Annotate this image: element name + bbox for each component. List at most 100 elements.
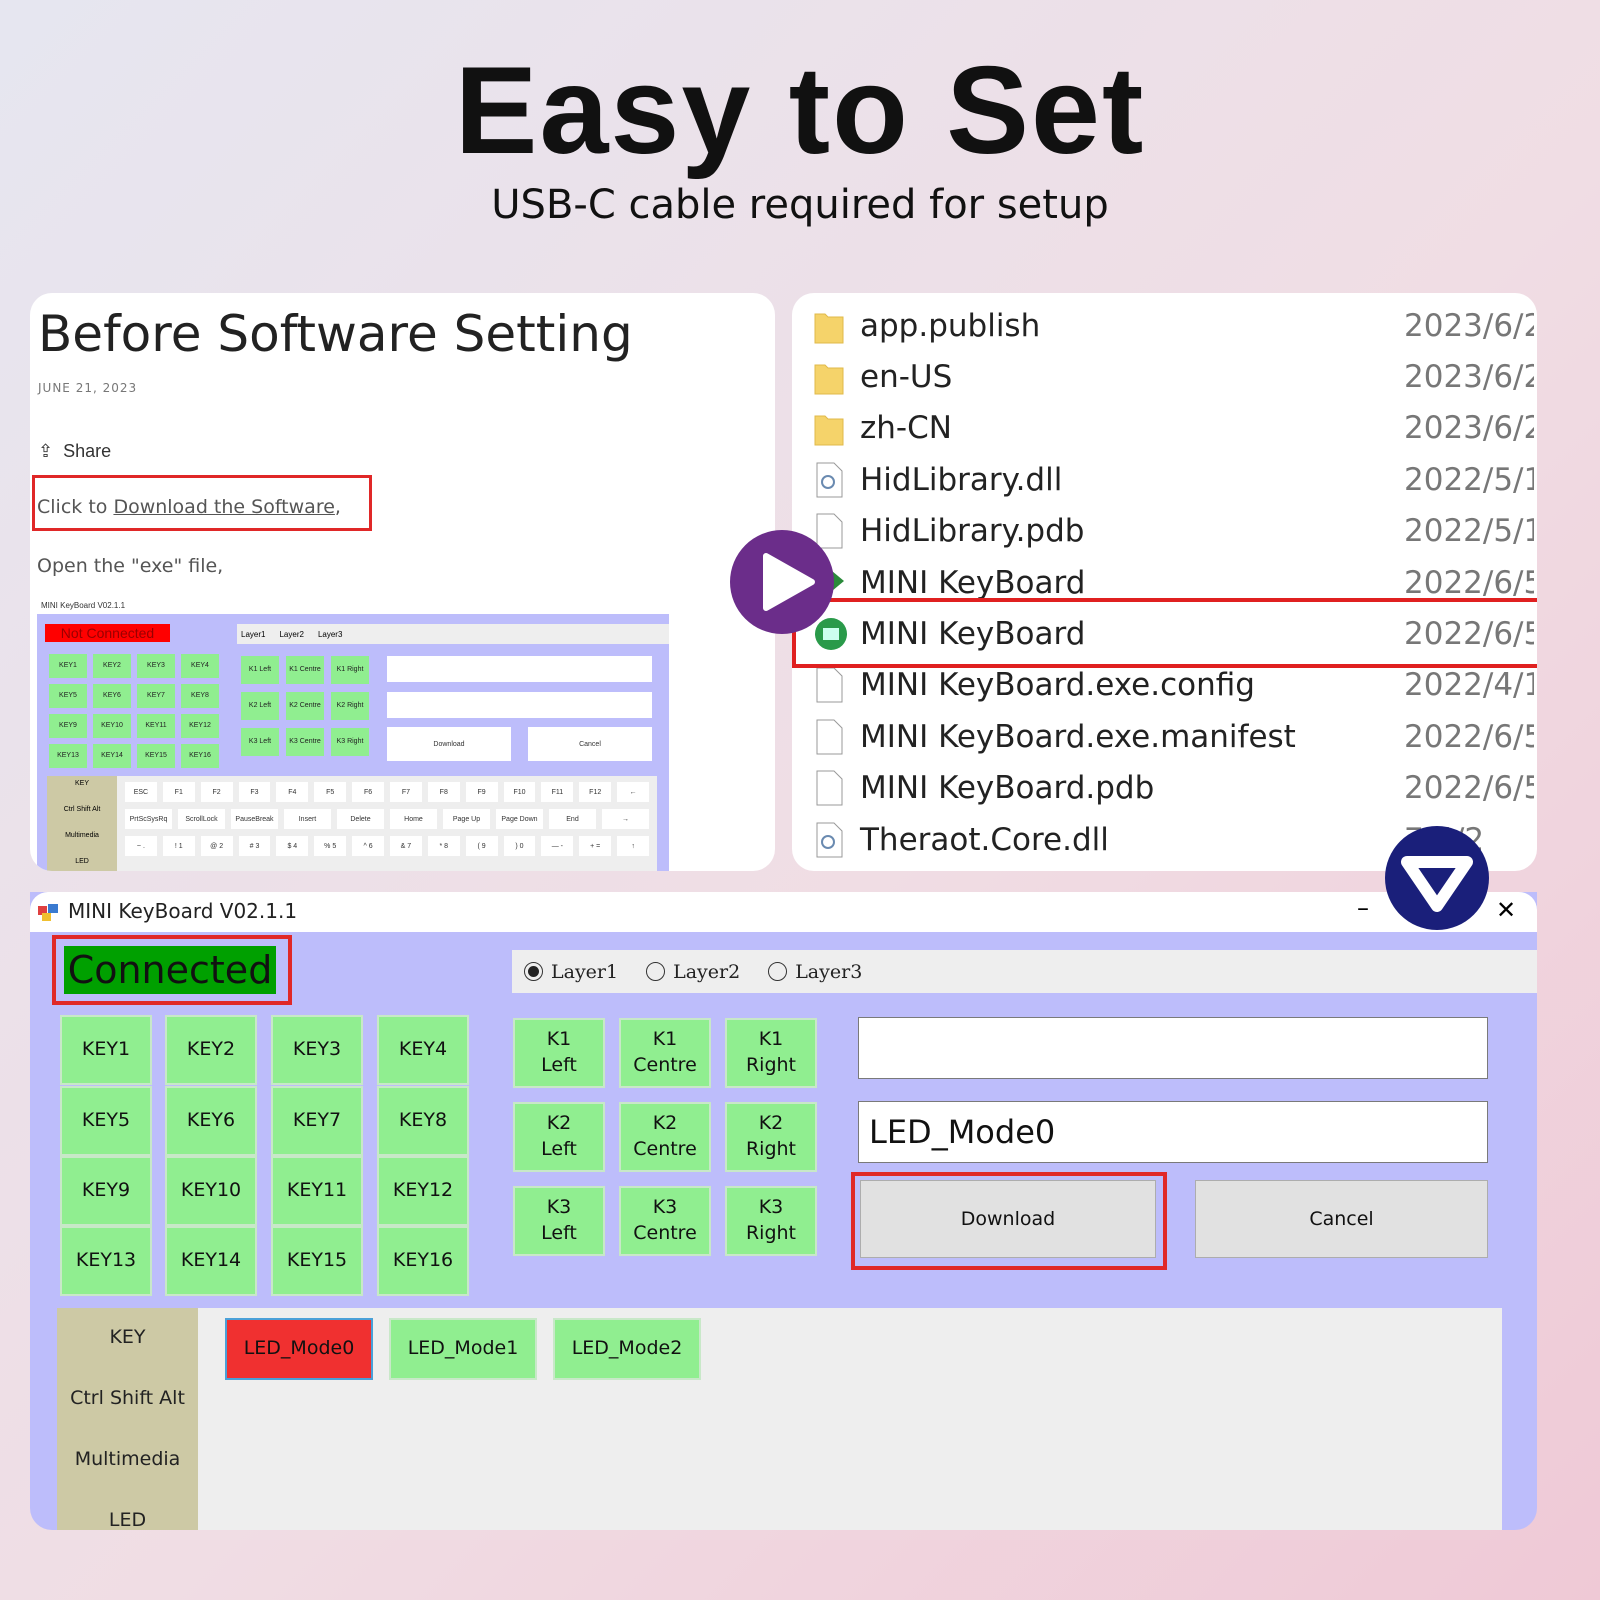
mini-keycap[interactable]: $ 4	[276, 836, 309, 856]
file-row[interactable]: HidLibrary.pdb 2022/5/1	[814, 506, 1534, 557]
mini-keycap[interactable]: ~ .	[125, 836, 157, 856]
key-button-10[interactable]: KEY10	[165, 1156, 257, 1226]
mini-key[interactable]: KEY16	[181, 744, 219, 768]
mini-keycap[interactable]: ↑	[617, 836, 649, 856]
mini-keycap[interactable]: End	[549, 809, 596, 829]
cancel-button[interactable]: Cancel	[1195, 1180, 1488, 1258]
mini-key[interactable]: KEY14	[93, 744, 131, 768]
mini-category[interactable]: Multimedia	[47, 832, 117, 839]
mini-keycap[interactable]: PauseBreak	[231, 809, 278, 829]
mini-knob[interactable]: K1 Centre	[286, 656, 324, 684]
mini-layer-radio[interactable]: Layer3	[318, 630, 342, 639]
key-button-14[interactable]: KEY14	[165, 1226, 257, 1296]
key-button-2[interactable]: KEY2	[165, 1015, 257, 1085]
close-button[interactable]: ✕	[1496, 896, 1516, 924]
mini-key[interactable]: KEY3	[137, 654, 175, 678]
layer-radio-1[interactable]: Layer1	[524, 961, 618, 983]
knob-button[interactable]: K3 Right	[725, 1186, 817, 1256]
category-tab[interactable]: Ctrl Shift Alt	[57, 1387, 198, 1409]
key-button-8[interactable]: KEY8	[377, 1086, 469, 1156]
mini-knob[interactable]: K3 Right	[331, 728, 369, 756]
mini-keycap[interactable]: Delete	[337, 809, 384, 829]
mini-keycap[interactable]: + =	[579, 836, 612, 856]
mini-keycap[interactable]: F11	[541, 782, 574, 802]
mini-knob[interactable]: K2 Right	[331, 692, 369, 720]
mini-keycap[interactable]: # 3	[238, 836, 271, 856]
key-button-9[interactable]: KEY9	[60, 1156, 152, 1226]
key-button-1[interactable]: KEY1	[60, 1015, 152, 1085]
knob-button[interactable]: K3 Left	[513, 1186, 605, 1256]
mini-keycap[interactable]: — -	[541, 836, 574, 856]
mini-keycap[interactable]: * 8	[427, 836, 460, 856]
mini-knob[interactable]: K1 Right	[331, 656, 369, 684]
mini-keycap[interactable]: F3	[238, 782, 271, 802]
mode-value-input[interactable]: LED_Mode0	[858, 1101, 1488, 1163]
mini-keycap[interactable]: ESC	[125, 782, 157, 802]
mini-key[interactable]: KEY11	[137, 714, 175, 738]
mini-key[interactable]: KEY9	[49, 714, 87, 738]
mini-keycap[interactable]: →	[602, 809, 649, 829]
mini-key[interactable]: KEY12	[181, 714, 219, 738]
category-tab[interactable]: LED	[57, 1509, 198, 1530]
mini-input[interactable]	[387, 692, 652, 718]
knob-button[interactable]: K2 Centre	[619, 1102, 711, 1172]
layer-radio-2[interactable]: Layer2	[646, 961, 740, 983]
mini-keycap[interactable]: F9	[465, 782, 498, 802]
mini-key[interactable]: KEY1	[49, 654, 87, 678]
mini-knob[interactable]: K2 Left	[241, 692, 279, 720]
mini-layer-radio[interactable]: Layer1	[241, 630, 265, 639]
key-button-5[interactable]: KEY5	[60, 1086, 152, 1156]
download-link[interactable]: Download the Software	[113, 496, 334, 518]
mini-cancel-button[interactable]: Cancel	[528, 727, 652, 761]
minimize-button[interactable]: –	[1357, 894, 1369, 922]
mini-key[interactable]: KEY10	[93, 714, 131, 738]
mini-keycap[interactable]: Insert	[284, 809, 331, 829]
mini-knob[interactable]: K3 Left	[241, 728, 279, 756]
mini-keycap[interactable]: ( 9	[465, 836, 498, 856]
file-row[interactable]: MINI KeyBoard.exe.manifest 2022/6/5	[814, 711, 1534, 762]
mini-key[interactable]: KEY5	[49, 684, 87, 708]
key-button-11[interactable]: KEY11	[271, 1156, 363, 1226]
mini-layer-radio[interactable]: Layer2	[279, 630, 303, 639]
key-value-input[interactable]	[858, 1017, 1488, 1079]
mini-keycap[interactable]: F1	[162, 782, 195, 802]
mini-keycap[interactable]: ScrollLock	[178, 809, 225, 829]
mini-keycap[interactable]: F7	[390, 782, 422, 802]
knob-button[interactable]: K2 Right	[725, 1102, 817, 1172]
mini-key[interactable]: KEY15	[137, 744, 175, 768]
key-button-12[interactable]: KEY12	[377, 1156, 469, 1226]
mini-keycap[interactable]: % 5	[314, 836, 347, 856]
mini-keycap[interactable]: Page Down	[496, 809, 543, 829]
mini-keycap[interactable]: F4	[276, 782, 309, 802]
category-tab[interactable]: KEY	[57, 1326, 198, 1348]
key-button-15[interactable]: KEY15	[271, 1226, 363, 1296]
mini-keycap[interactable]: ) 0	[503, 836, 536, 856]
mini-key[interactable]: KEY7	[137, 684, 175, 708]
mini-input[interactable]	[387, 656, 652, 682]
mini-keycap[interactable]: F12	[579, 782, 612, 802]
key-button-3[interactable]: KEY3	[271, 1015, 363, 1085]
key-button-16[interactable]: KEY16	[377, 1226, 469, 1296]
led-mode-button[interactable]: LED_Mode0	[225, 1318, 373, 1380]
mini-keycap[interactable]: ←	[617, 782, 649, 802]
mini-keycap[interactable]: @ 2	[200, 836, 233, 856]
mini-key[interactable]: KEY6	[93, 684, 131, 708]
led-mode-button[interactable]: LED_Mode2	[553, 1318, 701, 1380]
key-button-7[interactable]: KEY7	[271, 1086, 363, 1156]
file-row[interactable]: app.publish 2023/6/2	[814, 300, 1534, 351]
mini-keycap[interactable]: PrtScSysRq	[125, 809, 172, 829]
mini-category[interactable]: KEY	[47, 780, 117, 787]
led-mode-button[interactable]: LED_Mode1	[389, 1318, 537, 1380]
mini-keycap[interactable]: Home	[390, 809, 437, 829]
key-button-4[interactable]: KEY4	[377, 1015, 469, 1085]
mini-keycap[interactable]: & 7	[390, 836, 422, 856]
mini-knob[interactable]: K1 Left	[241, 656, 279, 684]
knob-button[interactable]: K3 Centre	[619, 1186, 711, 1256]
knob-button[interactable]: K1 Centre	[619, 1018, 711, 1088]
mini-key[interactable]: KEY2	[93, 654, 131, 678]
mini-keycap[interactable]: F2	[200, 782, 233, 802]
file-row[interactable]: HidLibrary.dll 2022/5/1	[814, 454, 1534, 505]
mini-key[interactable]: KEY13	[49, 744, 87, 768]
key-button-6[interactable]: KEY6	[165, 1086, 257, 1156]
knob-button[interactable]: K2 Left	[513, 1102, 605, 1172]
